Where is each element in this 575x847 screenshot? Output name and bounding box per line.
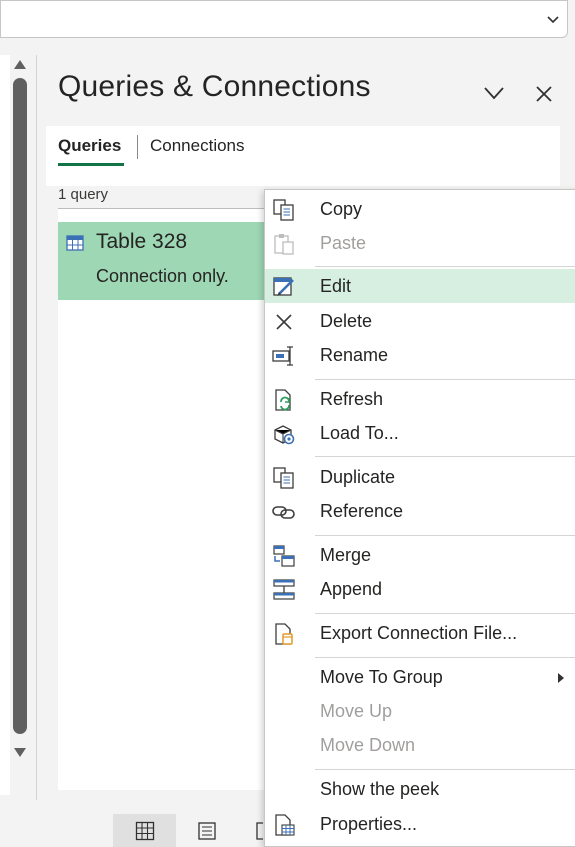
- normal-view-button[interactable]: [113, 814, 176, 847]
- menu-item-copy[interactable]: Copy: [320, 199, 362, 220]
- menu-separator: [315, 657, 575, 658]
- menu-item-move-up: Move Up: [320, 701, 393, 721]
- delete-icon: [276, 314, 292, 330]
- menu-item-move-to-group[interactable]: Move To Group: [320, 667, 443, 688]
- load-to-icon: [274, 425, 295, 445]
- menu-separator: [315, 535, 575, 536]
- paste-icon: [274, 234, 294, 255]
- chevron-down-icon: [547, 16, 559, 24]
- copy-icon: [273, 199, 294, 221]
- menu-item-paste: Paste: [320, 233, 367, 253]
- submenu-arrow-icon: [558, 673, 564, 683]
- menu-separator: [315, 266, 575, 267]
- page-layout-view-icon: [198, 822, 216, 840]
- merge-icon: [273, 545, 295, 567]
- pane-divider[interactable]: [36, 55, 37, 810]
- close-icon[interactable]: [535, 85, 553, 103]
- menu-item-show-the-peek[interactable]: Show the peek: [320, 779, 439, 800]
- refresh-icon: [275, 389, 291, 411]
- tab-connections[interactable]: Connections: [150, 136, 245, 156]
- menu-separator: [315, 379, 575, 380]
- query-count: 1 query: [58, 186, 109, 203]
- page-break-view-icon: [256, 822, 263, 840]
- tab-separator: [137, 135, 138, 159]
- page-layout-view-button[interactable]: [180, 814, 236, 847]
- scroll-up-arrow-icon[interactable]: [13, 58, 27, 70]
- vertical-scrollbar-thumb[interactable]: [13, 78, 27, 734]
- reference-icon: [272, 506, 295, 519]
- menu-item-reference[interactable]: Reference: [320, 501, 403, 522]
- append-icon: [273, 579, 295, 600]
- rename-icon: [272, 346, 293, 366]
- menu-item-load-to[interactable]: Load To...: [320, 423, 399, 444]
- export-connection-icon: [275, 623, 293, 645]
- pane-title: Queries & Connections: [58, 70, 371, 103]
- menu-item-merge[interactable]: Merge: [320, 545, 371, 566]
- menu-separator: [315, 613, 575, 614]
- query-status: Connection only.: [96, 266, 229, 286]
- edit-icon: [273, 277, 294, 296]
- active-tab-indicator: [58, 163, 124, 166]
- scroll-down-arrow-icon[interactable]: [13, 747, 27, 759]
- tab-queries[interactable]: Queries: [58, 136, 121, 156]
- menu-separator: [315, 769, 575, 770]
- menu-item-refresh[interactable]: Refresh: [320, 389, 383, 410]
- menu-separator: [315, 456, 575, 457]
- menu-item-export-connection-file[interactable]: Export Connection File...: [320, 623, 517, 644]
- properties-icon: [275, 814, 295, 836]
- menu-item-duplicate[interactable]: Duplicate: [320, 467, 395, 488]
- pane-options-chevron-icon[interactable]: [483, 85, 505, 101]
- top-dropdown[interactable]: [0, 0, 568, 38]
- page-break-view-button[interactable]: [240, 814, 264, 847]
- table-icon: [66, 235, 84, 251]
- menu-item-append[interactable]: Append: [320, 579, 382, 600]
- menu-item-highlight: [265, 269, 575, 303]
- menu-item-edit[interactable]: Edit: [320, 276, 351, 297]
- duplicate-icon: [273, 467, 294, 489]
- normal-view-icon: [135, 821, 155, 841]
- menu-item-rename[interactable]: Rename: [320, 345, 388, 366]
- tabs-bar: [46, 126, 560, 186]
- query-name: Table 328: [96, 230, 188, 253]
- menu-item-properties[interactable]: Properties...: [320, 814, 417, 835]
- menu-item-move-down: Move Down: [320, 735, 416, 755]
- sheet-edge: [0, 55, 10, 795]
- menu-item-delete[interactable]: Delete: [320, 311, 372, 332]
